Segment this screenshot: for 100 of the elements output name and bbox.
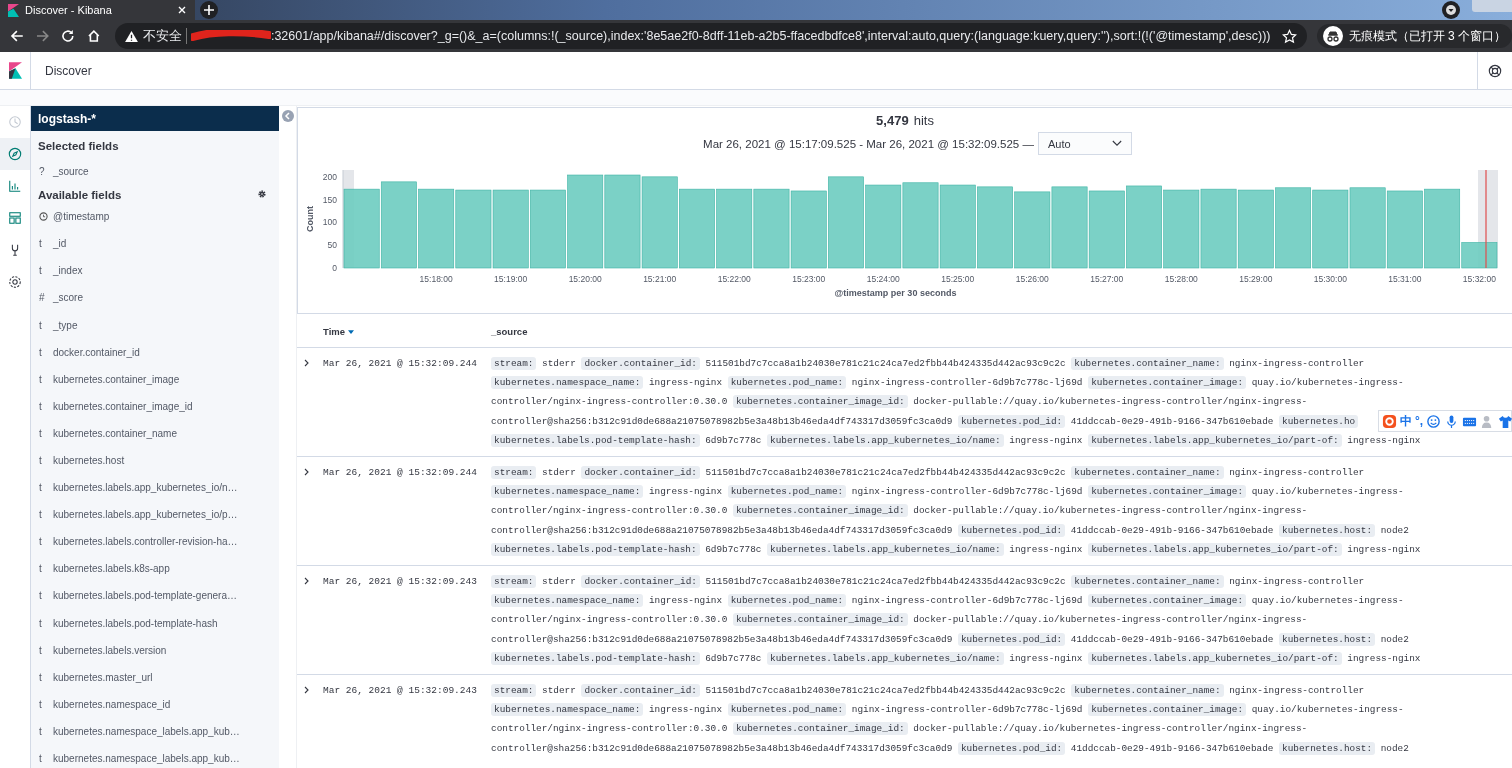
histogram-bar[interactable]: [828, 176, 864, 269]
forward-icon[interactable]: [34, 28, 51, 44]
insecure-label: 不安全: [142, 27, 182, 45]
histogram-bar[interactable]: [1014, 191, 1051, 269]
field-name[interactable]: kubernetes.container_image_id: [53, 400, 193, 412]
field-name[interactable]: kubernetes.container_name: [53, 427, 177, 439]
field-type-icon: t: [39, 536, 53, 548]
field-type-icon: t: [39, 590, 53, 602]
field-name[interactable]: kubernetes.labels.pod-template-genera…: [53, 590, 237, 602]
histogram-bar[interactable]: [865, 184, 902, 269]
field-name[interactable]: kubernetes.labels.version: [53, 644, 167, 656]
expand-icon[interactable]: [304, 359, 310, 367]
histogram-bar[interactable]: [1461, 242, 1498, 269]
field-name[interactable]: kubernetes.master_url: [53, 671, 153, 683]
histogram-bar[interactable]: [790, 190, 827, 269]
expand-icon[interactable]: [304, 577, 310, 585]
histogram-bar[interactable]: [530, 189, 566, 269]
histogram-bar[interactable]: [1163, 189, 1200, 269]
time-range: Mar 26, 2021 @ 15:17:09.525 - Mar 26, 2021 @ 15:32:09.525 —: [703, 137, 1034, 150]
histogram-bar[interactable]: [716, 188, 753, 269]
collapse-icon[interactable]: [281, 110, 294, 122]
histogram-bar[interactable]: [679, 188, 715, 269]
column-header[interactable]: _source: [491, 326, 528, 337]
interval-select[interactable]: Auto: [1037, 132, 1132, 155]
warning-icon: [124, 30, 138, 42]
field-name[interactable]: _type: [53, 319, 78, 331]
axis-tick-label: 15:26:00: [1015, 274, 1049, 284]
incognito-icon: [1322, 26, 1343, 46]
kibana-logo-icon[interactable]: [8, 62, 22, 79]
histogram-bar[interactable]: [1275, 187, 1311, 269]
histogram-bar[interactable]: [939, 184, 976, 269]
histogram-bar[interactable]: [1386, 190, 1423, 269]
histogram-bar[interactable]: [418, 188, 455, 269]
settings-icon[interactable]: [257, 188, 267, 199]
histogram-bar[interactable]: [1237, 189, 1274, 269]
tab-search-icon[interactable]: [1442, 1, 1460, 19]
expand-icon[interactable]: [304, 468, 310, 476]
field-name[interactable]: _score: [53, 292, 83, 304]
field-name[interactable]: kubernetes.labels.app_kubernetes_io/p…: [53, 509, 238, 521]
histogram-bar[interactable]: [1349, 187, 1386, 269]
field-name[interactable]: kubernetes.host: [53, 455, 125, 466]
histogram-bar[interactable]: [1126, 185, 1162, 269]
expand-icon[interactable]: [304, 686, 310, 694]
axis-title: Count: [305, 206, 315, 232]
field-name[interactable]: _source: [53, 166, 89, 178]
field-name[interactable]: kubernetes.namespace_labels.app_kub…: [53, 725, 240, 737]
field-name[interactable]: kubernetes.namespace_labels.app_kub…: [53, 753, 240, 764]
histogram-bar[interactable]: [455, 189, 492, 269]
new-tab-icon[interactable]: [200, 1, 218, 19]
field-type-icon: t: [39, 482, 53, 494]
histogram-bar[interactable]: [380, 181, 417, 269]
histogram-bar[interactable]: [492, 189, 529, 269]
home-icon[interactable]: [86, 28, 102, 44]
histogram-bar[interactable]: [902, 182, 939, 269]
browser-tab[interactable]: Discover - Kibana: [0, 0, 195, 20]
axis-tick-label: 200: [322, 171, 337, 182]
histogram-bar[interactable]: [641, 176, 678, 269]
field-name[interactable]: _index: [53, 265, 83, 277]
compass-icon: [8, 147, 22, 161]
histogram-bar[interactable]: [977, 186, 1013, 269]
field-name[interactable]: @timestamp: [53, 211, 110, 223]
histogram-bar[interactable]: [343, 188, 380, 269]
hits-label: hits: [913, 113, 934, 128]
field-type-icon: t: [39, 698, 53, 710]
field-name[interactable]: kubernetes.labels.app_kubernetes_io/n…: [53, 482, 238, 494]
help-icon[interactable]: [1488, 63, 1502, 78]
histogram-bar[interactable]: [1051, 186, 1088, 269]
section-title: Available fields: [37, 188, 123, 204]
timestamp-cell-text: Mar 26, 2021 @ 15:32:09.243: [323, 575, 478, 589]
field-name[interactable]: _id: [53, 238, 67, 250]
axis-tick-label: 15:21:00: [643, 274, 677, 284]
back-icon[interactable]: [9, 28, 25, 44]
input-method-menu[interactable]: 中 °,: [1378, 410, 1512, 432]
ime-logo-icon: [1382, 413, 1397, 429]
column-header[interactable]: Time: [323, 326, 491, 337]
histogram-bar[interactable]: [567, 174, 604, 269]
sort-icon: [348, 329, 354, 334]
field-name[interactable]: kubernetes.container_image: [53, 373, 180, 385]
star-icon[interactable]: [1281, 28, 1297, 44]
field-type-icon: t: [39, 617, 53, 629]
field-name[interactable]: docker.container_id: [53, 346, 140, 358]
histogram-bar[interactable]: [1088, 190, 1125, 269]
field-name[interactable]: kubernetes.labels.k8s-app: [53, 563, 170, 575]
field-type-icon: t: [39, 509, 53, 521]
incognito-badge[interactable]: 无痕模式（已打开 3 个窗口）: [1316, 24, 1512, 48]
nav-item[interactable]: [0, 138, 30, 170]
field-name[interactable]: kubernetes.labels.pod-template-hash: [53, 617, 218, 629]
histogram-bar[interactable]: [1424, 188, 1461, 269]
histogram-bar[interactable]: [604, 174, 641, 269]
close-icon[interactable]: [177, 5, 187, 15]
axis-tick-label: 15:28:00: [1164, 274, 1198, 284]
histogram-bar[interactable]: [753, 188, 790, 269]
field-type-icon: t: [39, 563, 53, 575]
histogram-bar[interactable]: [1200, 188, 1237, 269]
histogram-bar[interactable]: [1312, 189, 1349, 269]
axis-tick-label: 15:30:00: [1313, 274, 1347, 284]
field-name[interactable]: kubernetes.namespace_id: [53, 698, 171, 710]
field-name[interactable]: kubernetes.labels.controller-revision-ha…: [53, 536, 238, 548]
address-field[interactable]: 不安全 :32601/app/kibana#/discover?_g=()&_a=(columns:!(_source),index:'8e5ae2f0-8dff-11eb-a2b5-ffacedbdfce8',interval:auto,query:(language:kuery,query:''),sort:!(!('@timestamp',desc))): [114, 23, 1307, 49]
index-pattern-selector[interactable]: logstash-*: [31, 106, 279, 131]
